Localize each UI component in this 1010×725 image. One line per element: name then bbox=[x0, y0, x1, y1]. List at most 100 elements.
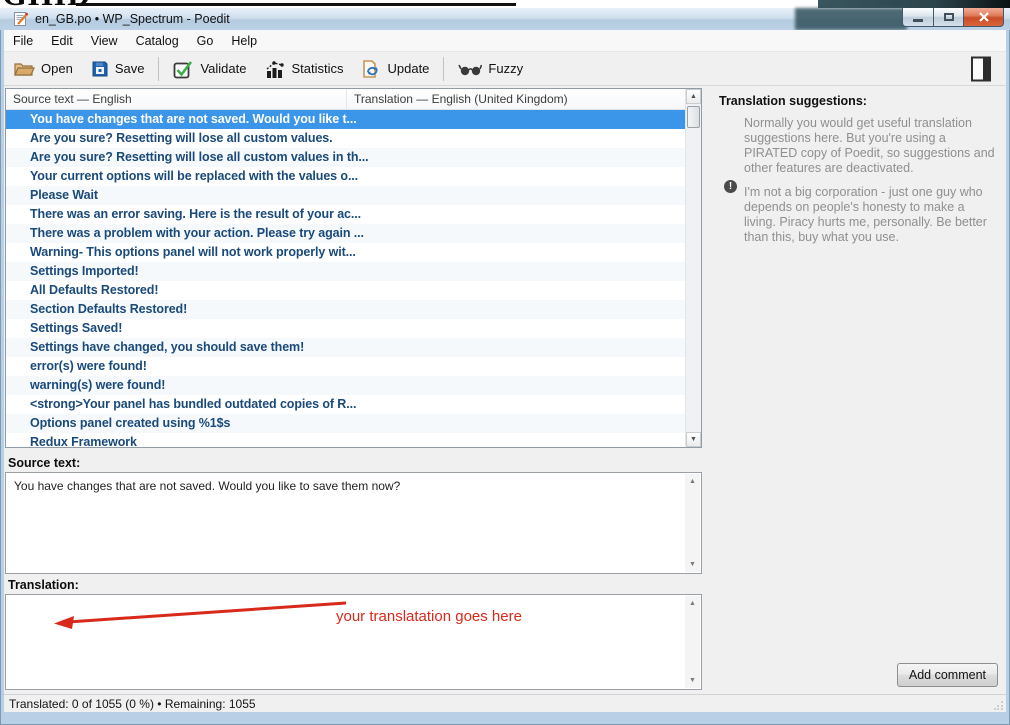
sidebar-panel-icon bbox=[970, 56, 994, 82]
scroll-down-button[interactable]: ▼ bbox=[686, 432, 701, 447]
toolbar-separator bbox=[443, 57, 444, 81]
list-item[interactable]: Section Defaults Restored! bbox=[6, 300, 685, 319]
list-item[interactable]: All Defaults Restored! bbox=[6, 281, 685, 300]
row-source-text: Warning- This options panel will not wor… bbox=[30, 245, 356, 259]
list-item[interactable]: Redux Framework bbox=[6, 433, 685, 447]
add-comment-label: Add comment bbox=[909, 668, 986, 682]
suggestions-title: Translation suggestions: bbox=[719, 94, 867, 108]
row-source-text: error(s) were found! bbox=[30, 359, 147, 373]
translation-input-box[interactable]: your translatation goes here ▲ ▼ bbox=[5, 594, 702, 690]
row-source-text: All Defaults Restored! bbox=[30, 283, 158, 297]
list-item[interactable]: <strong>Your panel has bundled outdated … bbox=[6, 395, 685, 414]
row-source-text: You have changes that are not saved. Wou… bbox=[30, 112, 357, 126]
window-controls bbox=[902, 8, 1004, 27]
list-item[interactable]: There was an error saving. Here is the r… bbox=[6, 205, 685, 224]
list-item[interactable]: Your current options will be replaced wi… bbox=[6, 167, 685, 186]
row-source-text: Please Wait bbox=[30, 188, 98, 202]
menu-bar: FileEditViewCatalogGoHelp bbox=[4, 30, 1006, 52]
list-item[interactable]: Settings Saved! bbox=[6, 319, 685, 338]
scrollbar-thumb[interactable] bbox=[687, 106, 700, 128]
list-item[interactable]: warning(s) were found! bbox=[6, 376, 685, 395]
fuzzy-button[interactable]: Fuzzy bbox=[450, 58, 531, 80]
window-title: en_GB.po • WP_Spectrum - Poedit bbox=[35, 12, 230, 26]
close-button[interactable] bbox=[964, 8, 1004, 27]
status-bar: Translated: 0 of 1055 (0 %) • Remaining:… bbox=[4, 694, 1006, 712]
screenshot-root: GHID en_GB.po • WP_Spectrum - Poedit bbox=[0, 0, 1010, 725]
poedit-window: en_GB.po • WP_Spectrum - Poedit FileEdit… bbox=[0, 8, 1010, 725]
column-header-source[interactable]: Source text — English bbox=[6, 89, 347, 109]
list-header: Source text — English Translation — Engl… bbox=[6, 89, 685, 110]
save-button[interactable]: Save bbox=[83, 57, 153, 81]
maximize-icon bbox=[944, 13, 954, 21]
list-scrollbar[interactable]: ▲ ▼ bbox=[685, 89, 701, 447]
statistics-chart-icon bbox=[264, 59, 285, 79]
desktop-artifact-line bbox=[76, 3, 516, 6]
list-item[interactable]: Please Wait bbox=[6, 186, 685, 205]
up-arrow-icon: ▲ bbox=[690, 93, 697, 100]
down-arrow-icon: ▼ bbox=[690, 436, 697, 443]
row-source-text: Are you sure? Resetting will lose all cu… bbox=[30, 150, 369, 164]
title-bar[interactable]: en_GB.po • WP_Spectrum - Poedit bbox=[0, 8, 1010, 30]
down-arrow-icon[interactable]: ▼ bbox=[685, 674, 700, 687]
open-button-label: Open bbox=[41, 61, 73, 76]
column-header-translation[interactable]: Translation — English (United Kingdom) bbox=[347, 89, 685, 109]
save-floppy-icon bbox=[91, 60, 109, 78]
menu-item[interactable]: Help bbox=[222, 30, 266, 51]
list-item[interactable]: There was a problem with your action. Pl… bbox=[6, 224, 685, 243]
menu-item[interactable]: File bbox=[4, 30, 42, 51]
list-item[interactable]: Options panel created using %1$s bbox=[6, 414, 685, 433]
translation-scrollbar[interactable]: ▲ ▼ bbox=[685, 596, 700, 688]
open-button[interactable]: Open bbox=[5, 57, 81, 80]
translation-label: Translation: bbox=[8, 578, 79, 592]
fuzzy-button-label: Fuzzy bbox=[488, 61, 523, 76]
exclamation-icon: ! bbox=[724, 180, 737, 193]
row-source-text: warning(s) were found! bbox=[30, 378, 165, 392]
close-icon bbox=[978, 12, 990, 22]
row-source-text: Your current options will be replaced wi… bbox=[30, 169, 358, 183]
update-refresh-icon bbox=[361, 59, 381, 79]
poedit-app-icon bbox=[13, 11, 29, 27]
add-comment-button[interactable]: Add comment bbox=[897, 663, 998, 687]
toolbar-separator bbox=[158, 57, 159, 81]
sidebar-toggle-button[interactable] bbox=[970, 56, 994, 82]
row-source-text: Settings Imported! bbox=[30, 264, 139, 278]
resize-grip-icon[interactable] bbox=[994, 700, 1004, 710]
desktop-dark-patch bbox=[818, 0, 1010, 8]
up-arrow-icon[interactable]: ▲ bbox=[685, 597, 700, 610]
menu-item[interactable]: Edit bbox=[42, 30, 82, 51]
menu-item[interactable]: View bbox=[82, 30, 127, 51]
list-item[interactable]: Are you sure? Resetting will lose all cu… bbox=[6, 129, 685, 148]
list-item[interactable]: Are you sure? Resetting will lose all cu… bbox=[6, 148, 685, 167]
scroll-up-button[interactable]: ▲ bbox=[686, 89, 701, 104]
minimize-button[interactable] bbox=[902, 8, 934, 27]
source-text-label: Source text: bbox=[8, 456, 80, 470]
list-item[interactable]: You have changes that are not saved. Wou… bbox=[6, 110, 685, 129]
source-scrollbar[interactable]: ▲ ▼ bbox=[685, 474, 700, 572]
source-text-box[interactable]: You have changes that are not saved. Wou… bbox=[5, 472, 702, 574]
annotation-text: your translatation goes here bbox=[336, 608, 522, 625]
message-list-panel: Source text — English Translation — Engl… bbox=[5, 88, 702, 448]
open-folder-icon bbox=[13, 60, 35, 77]
down-arrow-icon[interactable]: ▼ bbox=[685, 558, 700, 571]
update-button[interactable]: Update bbox=[353, 56, 437, 82]
up-arrow-icon[interactable]: ▲ bbox=[685, 475, 700, 488]
row-source-text: Redux Framework bbox=[30, 435, 137, 447]
save-button-label: Save bbox=[115, 61, 145, 76]
update-button-label: Update bbox=[387, 61, 429, 76]
row-source-text: There was a problem with your action. Pl… bbox=[30, 226, 364, 240]
list-item[interactable]: error(s) were found! bbox=[6, 357, 685, 376]
statistics-button-label: Statistics bbox=[291, 61, 343, 76]
maximize-button[interactable] bbox=[934, 8, 964, 27]
list-item[interactable]: Warning- This options panel will not wor… bbox=[6, 243, 685, 262]
list-item[interactable]: Settings Imported! bbox=[6, 262, 685, 281]
row-source-text: Section Defaults Restored! bbox=[30, 302, 187, 316]
row-source-text: Options panel created using %1$s bbox=[30, 416, 230, 430]
validate-button[interactable]: Validate bbox=[165, 56, 254, 82]
statistics-button[interactable]: Statistics bbox=[256, 56, 351, 82]
list-item[interactable]: Settings have changed, you should save t… bbox=[6, 338, 685, 357]
minimize-icon bbox=[913, 19, 923, 22]
menu-item[interactable]: Go bbox=[188, 30, 223, 51]
menu-item[interactable]: Catalog bbox=[127, 30, 188, 51]
toolbar: Open Save Validate bbox=[4, 52, 1006, 86]
suggestions-note-1: Normally you would get useful translatio… bbox=[744, 116, 998, 176]
